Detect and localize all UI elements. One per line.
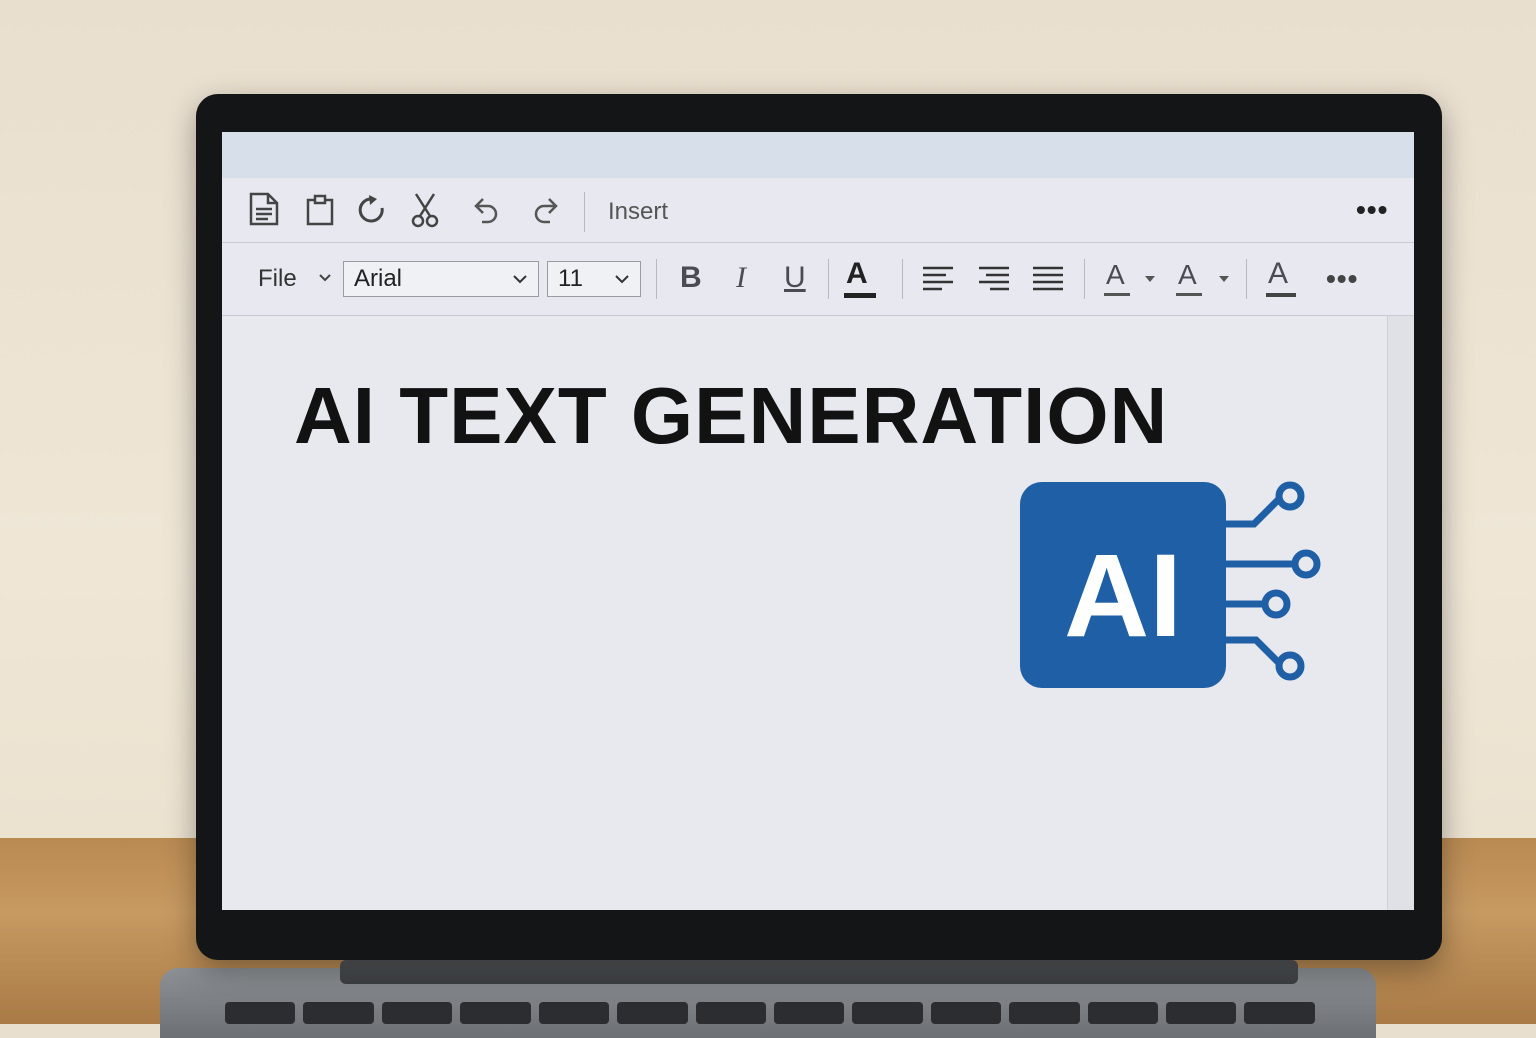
character-color-bar [1266, 293, 1296, 297]
keyboard-key [617, 1002, 688, 1024]
font-family-value: Arial [354, 265, 403, 292]
font-color-bar [844, 293, 876, 298]
caret-down-icon[interactable] [1218, 275, 1230, 283]
chevron-down-icon [513, 275, 527, 284]
keyboard-key [225, 1002, 296, 1024]
formatting-toolbar: File Arial 11 B I U A A A A ••• [222, 243, 1414, 316]
chevron-down-icon [615, 275, 629, 284]
toolbar-divider [584, 192, 585, 232]
bold-button[interactable]: B [680, 261, 702, 295]
keyboard-key [1166, 1002, 1237, 1024]
italic-button[interactable]: I [736, 261, 746, 295]
font-size-select[interactable]: 11 [547, 261, 641, 297]
file-menu[interactable]: File [258, 265, 297, 293]
document-icon[interactable] [248, 192, 280, 226]
redo-icon[interactable] [532, 194, 562, 224]
title-bar [222, 132, 1414, 178]
clipboard-icon[interactable] [306, 194, 334, 226]
more-options-button[interactable]: ••• [1356, 194, 1388, 226]
keyboard-row [225, 1002, 1315, 1024]
text-color-bar [1176, 293, 1202, 296]
toolbar-divider [656, 259, 657, 299]
insert-menu[interactable]: Insert [608, 198, 668, 226]
toolbar-divider [1246, 259, 1247, 299]
align-right-icon[interactable] [978, 265, 1010, 293]
character-color-button[interactable]: A [1268, 257, 1288, 291]
keyboard-key [381, 1002, 453, 1024]
highlight-color-bar [1104, 293, 1130, 296]
keyboard-key [773, 1002, 845, 1024]
keyboard-key [1009, 1002, 1080, 1024]
keyboard-key [852, 1002, 923, 1024]
align-left-icon[interactable] [922, 265, 954, 293]
keyboard-key [538, 1002, 610, 1024]
font-color-button[interactable]: A [846, 257, 868, 291]
keyboard-key [1087, 1002, 1159, 1024]
toolbar-divider [902, 259, 903, 299]
document-heading: AI TEXT GENERATION [294, 371, 1169, 460]
keyboard-key [930, 1002, 1002, 1024]
more-formatting-button[interactable]: ••• [1326, 263, 1358, 295]
keyboard-key [303, 1002, 374, 1024]
editor-window: Insert ••• File Arial 11 B I U A A A A •… [222, 132, 1414, 910]
font-size-value: 11 [558, 265, 583, 292]
cut-icon[interactable] [410, 192, 440, 228]
keyboard-key [460, 1002, 531, 1024]
toolbar-divider [828, 259, 829, 299]
keyboard-key [695, 1002, 766, 1024]
undo-icon[interactable] [470, 194, 500, 224]
toolbar-divider [1084, 259, 1085, 299]
align-justify-icon[interactable] [1032, 265, 1064, 293]
text-color-button[interactable]: A [1178, 259, 1197, 291]
font-family-select[interactable]: Arial [343, 261, 539, 297]
laptop-hinge [340, 960, 1298, 984]
keyboard-key [1244, 1002, 1315, 1024]
underline-button[interactable]: U [784, 261, 806, 295]
quick-access-toolbar: Insert ••• [222, 178, 1414, 243]
logo-text: AI [1064, 530, 1182, 662]
vertical-scrollbar[interactable] [1387, 316, 1414, 910]
caret-down-icon[interactable] [1144, 275, 1156, 283]
chevron-down-icon[interactable] [318, 273, 332, 283]
highlight-color-button[interactable]: A [1106, 259, 1125, 291]
rotate-icon[interactable] [358, 194, 388, 226]
ai-chip-logo: AI [1020, 481, 1321, 688]
